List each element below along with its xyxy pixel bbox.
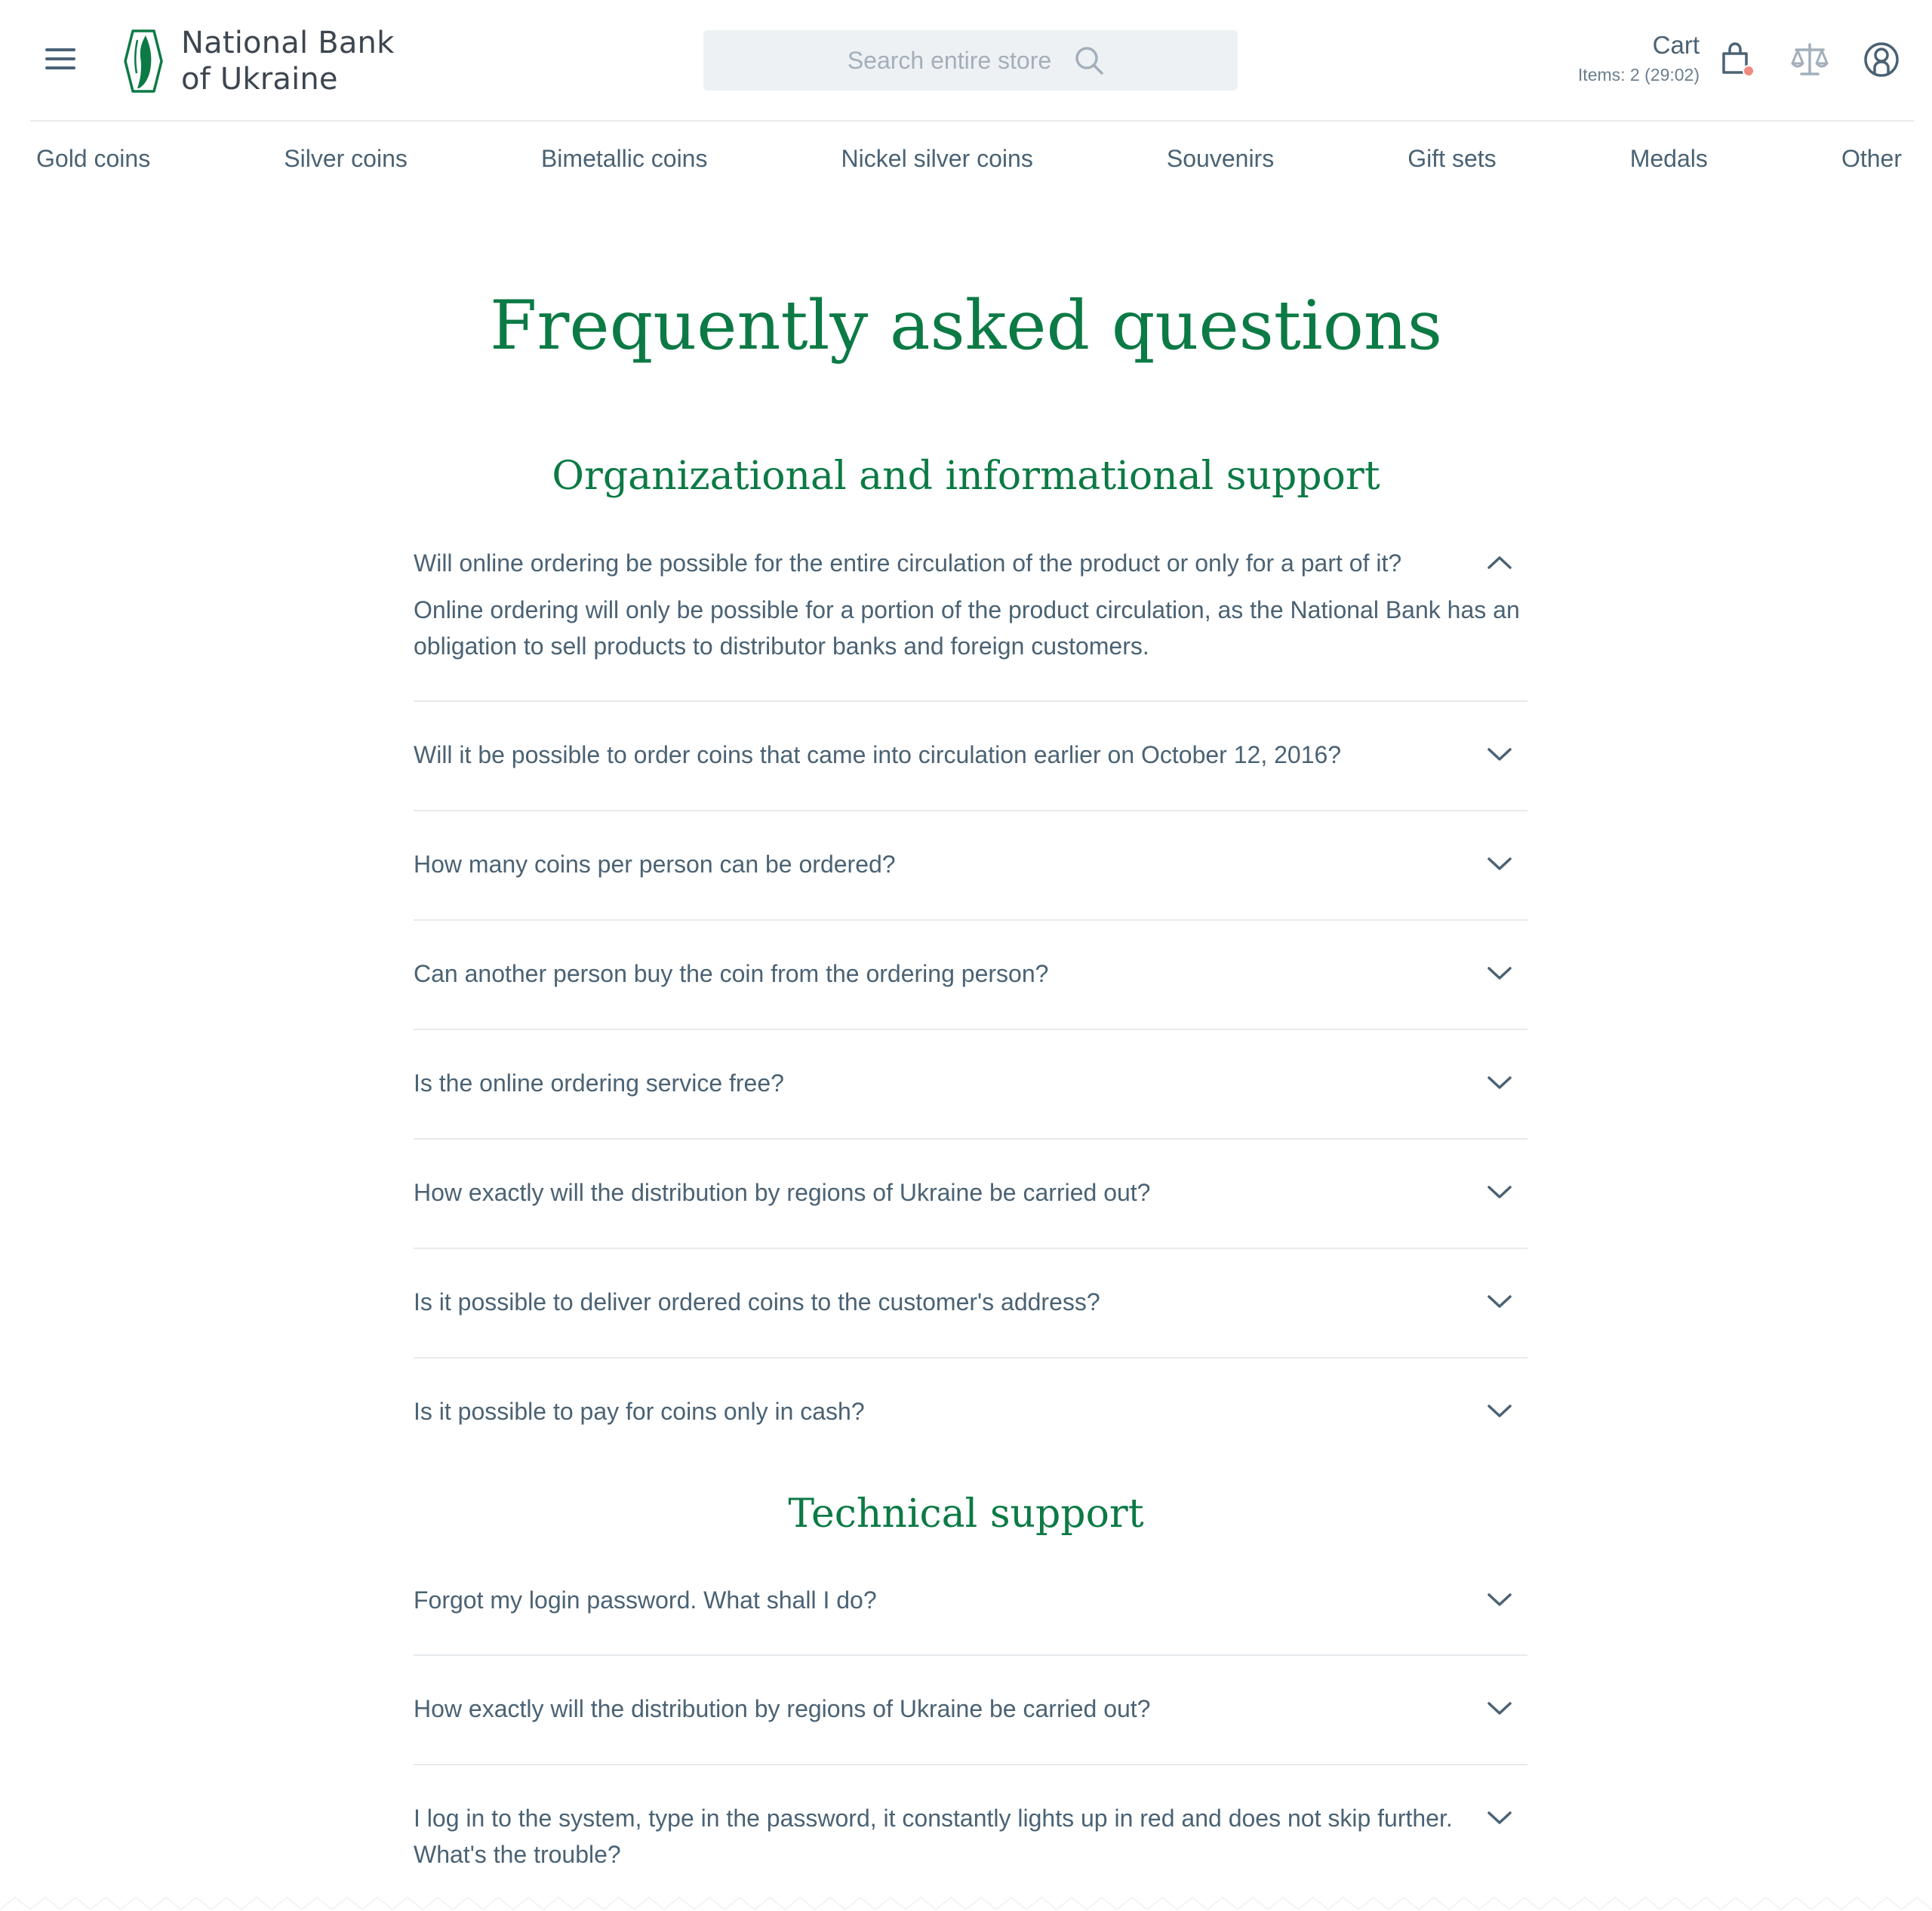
logo-line-1: National Bank [181, 26, 395, 60]
category-nav: Gold coins Silver coins Bimetallic coins… [36, 136, 1902, 181]
chevron-down-icon[interactable] [1487, 1404, 1512, 1419]
logo-text: National Bank of Ukraine [181, 25, 394, 97]
faq-question: Is it possible to pay for coins only in … [414, 1398, 865, 1425]
faq-question: Is the online ordering service free? [414, 1069, 784, 1097]
nav-nickel-silver-coins[interactable]: Nickel silver coins [841, 145, 1033, 173]
faq-question: Forgot my login password. What shall I d… [414, 1586, 877, 1614]
chevron-down-icon[interactable] [1487, 857, 1512, 872]
search-input[interactable] [836, 46, 1063, 75]
shopping-bag-icon[interactable] [1718, 41, 1755, 78]
faq-question: Can another person buy the coin from the… [414, 960, 1049, 987]
faq-item: Is it possible to pay for coins only in … [414, 1359, 1527, 1468]
search-icon[interactable] [1073, 45, 1105, 76]
faq-question: How many coins per person can be ordered… [414, 851, 896, 878]
site-header: National Bank of Ukraine Cart Items: 2 (… [0, 0, 1932, 122]
user-icon[interactable] [1863, 41, 1900, 78]
faq-question-toggle[interactable]: How many coins per person can be ordered… [414, 811, 1527, 882]
nav-gold-coins[interactable]: Gold coins [36, 145, 150, 173]
chevron-down-icon[interactable] [1487, 747, 1512, 762]
faq-item: Is the online ordering service free? [414, 1030, 1527, 1140]
bank-logo-icon [124, 29, 163, 93]
chevron-down-icon[interactable] [1487, 966, 1512, 981]
decorative-zigzag-border [0, 1894, 1932, 1911]
faq-question-toggle[interactable]: Is the online ordering service free? [414, 1030, 1527, 1101]
hamburger-icon-line [45, 57, 75, 60]
section-title-organizational: Organizational and informational support [552, 454, 1380, 499]
faq-question-toggle[interactable]: How exactly will the distribution by reg… [414, 1656, 1527, 1727]
faq-question-toggle[interactable]: Will it be possible to order coins that … [414, 702, 1527, 773]
hamburger-icon-line [45, 48, 75, 51]
chevron-down-icon[interactable] [1487, 1701, 1512, 1716]
cart-items-count: Items: 2 (29:02) [1577, 65, 1700, 85]
faq-question-toggle[interactable]: Forgot my login password. What shall I d… [414, 1573, 1527, 1618]
faq-list-technical: Forgot my login password. What shall I d… [414, 1573, 1527, 1909]
section-title-technical: Technical support [788, 1491, 1144, 1537]
faq-answer: Online ordering will only be possible fo… [414, 596, 1520, 660]
nav-silver-coins[interactable]: Silver coins [284, 145, 408, 173]
faq-item: How many coins per person can be ordered… [414, 811, 1527, 921]
faq-question-toggle[interactable]: Will online ordering be possible for the… [414, 536, 1527, 581]
faq-question-toggle[interactable]: Can another person buy the coin from the… [414, 921, 1527, 992]
faq-question: How exactly will the distribution by reg… [414, 1695, 1151, 1722]
nav-medals[interactable]: Medals [1630, 145, 1708, 173]
faq-item: I log in to the system, type in the pass… [414, 1765, 1527, 1909]
chevron-up-icon[interactable] [1487, 555, 1512, 570]
faq-item: How exactly will the distribution by reg… [414, 1140, 1527, 1249]
faq-question: Is it possible to deliver ordered coins … [414, 1288, 1100, 1316]
scales-icon[interactable] [1791, 41, 1829, 78]
faq-question: Will it be possible to order coins that … [414, 741, 1342, 768]
faq-item: Can another person buy the coin from the… [414, 921, 1527, 1030]
faq-item: How exactly will the distribution by reg… [414, 1656, 1527, 1765]
nav-souvenirs[interactable]: Souvenirs [1167, 145, 1274, 173]
logo[interactable]: National Bank of Ukraine [121, 25, 394, 97]
chevron-down-icon[interactable] [1487, 1811, 1512, 1826]
logo-line-2: of Ukraine [181, 62, 338, 97]
cart-link[interactable]: Cart Items: 2 (29:02) [1578, 30, 1700, 86]
faq-question: How exactly will the distribution by reg… [414, 1179, 1151, 1206]
chevron-down-icon[interactable] [1487, 1294, 1512, 1309]
chevron-down-icon[interactable] [1487, 1185, 1512, 1200]
faq-item: Forgot my login password. What shall I d… [414, 1573, 1527, 1656]
faq-question-toggle[interactable]: How exactly will the distribution by reg… [414, 1140, 1527, 1211]
faq-item: Will it be possible to order coins that … [414, 702, 1527, 811]
menu-button[interactable] [45, 47, 75, 71]
search-box[interactable] [703, 30, 1238, 91]
faq-question-toggle[interactable]: Is it possible to deliver ordered coins … [414, 1249, 1527, 1320]
faq-question: I log in to the system, type in the pass… [414, 1805, 1453, 1868]
chevron-down-icon[interactable] [1487, 1076, 1512, 1091]
hamburger-icon-line [45, 66, 75, 69]
faq-item: Is it possible to deliver ordered coins … [414, 1249, 1527, 1359]
nav-gift-sets[interactable]: Gift sets [1407, 145, 1496, 173]
faq-question-toggle[interactable]: I log in to the system, type in the pass… [414, 1765, 1527, 1873]
faq-question: Will online ordering be possible for the… [414, 549, 1402, 577]
nav-other[interactable]: Other [1841, 145, 1902, 173]
faq-question-toggle[interactable]: Is it possible to pay for coins only in … [414, 1359, 1527, 1429]
chevron-down-icon[interactable] [1487, 1592, 1512, 1608]
nav-bimetallic-coins[interactable]: Bimetallic coins [541, 145, 708, 173]
faq-list-organizational: Will online ordering be possible for the… [414, 536, 1527, 1468]
faq-item: Will online ordering be possible for the… [414, 536, 1527, 702]
page-title: Frequently asked questions [489, 286, 1443, 365]
header-divider [30, 120, 1914, 122]
cart-title: Cart [1652, 31, 1700, 59]
